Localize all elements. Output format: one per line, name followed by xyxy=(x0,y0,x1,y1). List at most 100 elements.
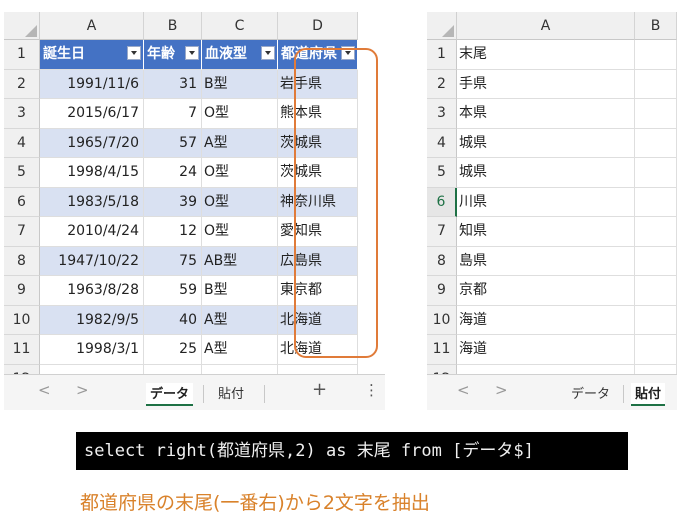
table-cell[interactable]: 2015/6/17 xyxy=(40,99,144,129)
cell-b[interactable] xyxy=(635,99,677,129)
row-header[interactable]: 1 xyxy=(4,40,40,70)
column-header-d[interactable]: D xyxy=(278,12,358,40)
table-header-cell[interactable]: 血液型 xyxy=(202,40,278,70)
select-all-corner[interactable] xyxy=(427,12,457,40)
cell-b[interactable] xyxy=(635,335,677,365)
row-header[interactable]: 6 xyxy=(427,187,457,217)
cell-a[interactable]: 川県 xyxy=(457,187,635,217)
row-header[interactable]: 8 xyxy=(4,246,40,276)
table-cell[interactable]: 25 xyxy=(144,335,202,365)
tab-data[interactable]: データ xyxy=(146,383,194,406)
table-cell[interactable]: O型 xyxy=(202,217,278,247)
row-header[interactable]: 10 xyxy=(427,305,457,335)
row-header[interactable]: 7 xyxy=(4,217,40,247)
table-cell[interactable]: AB型 xyxy=(202,246,278,276)
cell-a[interactable]: 末尾 xyxy=(457,40,635,70)
row-header[interactable]: 2 xyxy=(427,69,457,99)
column-header-b[interactable]: B xyxy=(144,12,202,40)
select-all-corner[interactable] xyxy=(4,12,40,40)
prev-sheet-button[interactable]: < xyxy=(457,381,470,399)
column-header-a[interactable]: A xyxy=(40,12,144,40)
table-cell[interactable] xyxy=(278,364,358,375)
table-cell[interactable]: 40 xyxy=(144,305,202,335)
row-header[interactable]: 10 xyxy=(4,305,40,335)
cell-a[interactable]: 城県 xyxy=(457,158,635,188)
column-header-b[interactable]: B xyxy=(635,12,677,40)
filter-dropdown-icon[interactable] xyxy=(185,46,199,60)
cell-a[interactable]: 京都 xyxy=(457,276,635,306)
cell-a[interactable]: 海道 xyxy=(457,335,635,365)
cell-b[interactable] xyxy=(635,305,677,335)
tab-paste[interactable]: 貼付 xyxy=(218,383,244,402)
table-cell[interactable]: O型 xyxy=(202,187,278,217)
table-cell[interactable]: O型 xyxy=(202,99,278,129)
table-cell[interactable]: 1998/3/1 xyxy=(40,335,144,365)
cell-b[interactable] xyxy=(635,69,677,99)
table-cell[interactable] xyxy=(202,364,278,375)
row-header[interactable]: 3 xyxy=(4,99,40,129)
row-header[interactable]: 2 xyxy=(4,69,40,99)
row-header[interactable]: 4 xyxy=(427,128,457,158)
filter-dropdown-icon[interactable] xyxy=(261,46,275,60)
cell-b[interactable] xyxy=(635,276,677,306)
table-cell[interactable] xyxy=(40,364,144,375)
cell-b[interactable] xyxy=(635,364,677,375)
row-header[interactable]: 1 xyxy=(427,40,457,70)
more-options-button[interactable]: ⋮ xyxy=(364,381,379,399)
table-cell[interactable]: 1991/11/6 xyxy=(40,69,144,99)
table-cell[interactable]: 12 xyxy=(144,217,202,247)
table-cell[interactable]: B型 xyxy=(202,276,278,306)
next-sheet-button[interactable]: > xyxy=(495,381,508,399)
tab-paste[interactable]: 貼付 xyxy=(631,383,666,406)
table-cell[interactable]: A型 xyxy=(202,305,278,335)
table-cell[interactable]: A型 xyxy=(202,335,278,365)
cell-b[interactable] xyxy=(635,217,677,247)
table-cell[interactable] xyxy=(144,364,202,375)
cell-a[interactable] xyxy=(457,364,635,375)
table-cell[interactable]: O型 xyxy=(202,158,278,188)
column-header-c[interactable]: C xyxy=(202,12,278,40)
table-cell[interactable]: 1965/7/20 xyxy=(40,128,144,158)
column-header-a[interactable]: A xyxy=(457,12,635,40)
row-header[interactable]: 11 xyxy=(4,335,40,365)
cell-a[interactable]: 知県 xyxy=(457,217,635,247)
table-cell[interactable]: 2010/4/24 xyxy=(40,217,144,247)
row-header[interactable]: 9 xyxy=(4,276,40,306)
add-sheet-button[interactable]: + xyxy=(312,379,327,400)
filter-dropdown-icon[interactable] xyxy=(127,46,141,60)
table-cell[interactable]: A型 xyxy=(202,128,278,158)
row-header[interactable]: 8 xyxy=(427,246,457,276)
row-header[interactable]: 4 xyxy=(4,128,40,158)
table-cell[interactable]: 75 xyxy=(144,246,202,276)
cell-a[interactable]: 海道 xyxy=(457,305,635,335)
row-header[interactable]: 7 xyxy=(427,217,457,247)
row-header[interactable]: 5 xyxy=(4,158,40,188)
table-cell[interactable]: 7 xyxy=(144,99,202,129)
cell-b[interactable] xyxy=(635,128,677,158)
tab-data[interactable]: データ xyxy=(571,383,610,402)
row-header[interactable]: 6 xyxy=(4,187,40,217)
table-header-cell[interactable]: 誕生日 xyxy=(40,40,144,70)
row-header[interactable]: 11 xyxy=(427,335,457,365)
table-cell[interactable]: 1998/4/15 xyxy=(40,158,144,188)
table-cell[interactable]: 31 xyxy=(144,69,202,99)
cell-b[interactable] xyxy=(635,187,677,217)
table-cell[interactable]: 57 xyxy=(144,128,202,158)
table-cell[interactable]: 39 xyxy=(144,187,202,217)
cell-a[interactable]: 手県 xyxy=(457,69,635,99)
table-cell[interactable]: 59 xyxy=(144,276,202,306)
cell-a[interactable]: 島県 xyxy=(457,246,635,276)
row-header[interactable]: 12 xyxy=(4,364,40,375)
cell-b[interactable] xyxy=(635,40,677,70)
table-cell[interactable]: 1983/5/18 xyxy=(40,187,144,217)
row-header[interactable]: 9 xyxy=(427,276,457,306)
cell-a[interactable]: 城県 xyxy=(457,128,635,158)
cell-b[interactable] xyxy=(635,246,677,276)
prev-sheet-button[interactable]: < xyxy=(38,381,51,399)
row-header[interactable]: 3 xyxy=(427,99,457,129)
table-header-cell[interactable]: 年齢 xyxy=(144,40,202,70)
table-cell[interactable]: 1947/10/22 xyxy=(40,246,144,276)
table-cell[interactable]: 24 xyxy=(144,158,202,188)
next-sheet-button[interactable]: > xyxy=(76,381,89,399)
table-cell[interactable]: B型 xyxy=(202,69,278,99)
